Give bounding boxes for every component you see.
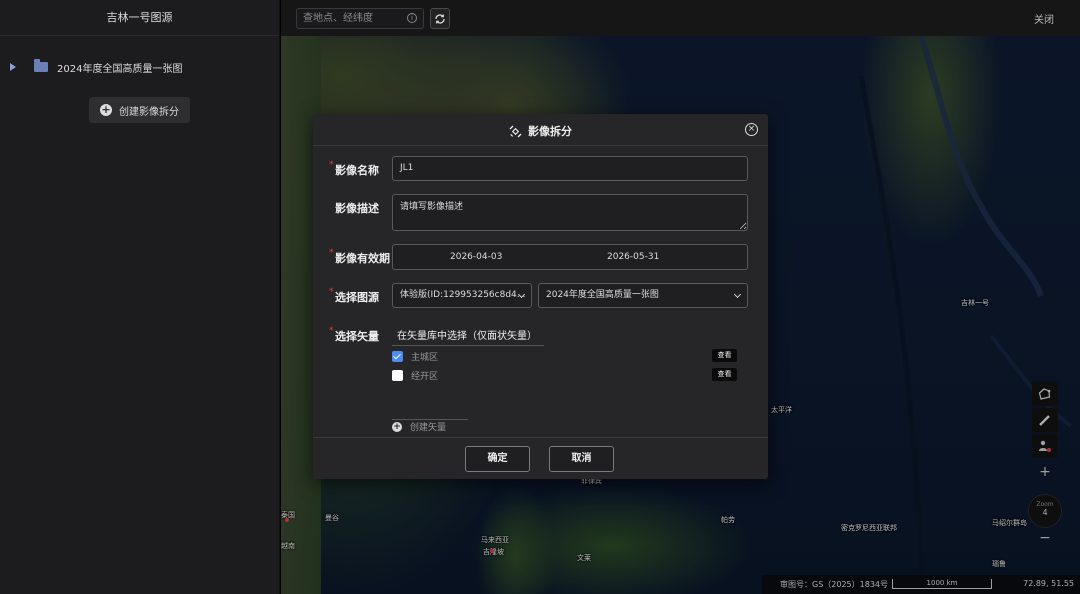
folder-icon <box>34 59 48 72</box>
vector-item: 主城区 <box>392 349 438 363</box>
dialog-close-button[interactable]: × <box>745 123 758 136</box>
vector-checkbox[interactable] <box>392 350 403 362</box>
source-label: 选择图源 <box>335 291 379 304</box>
date-start[interactable]: 2026-04-03 <box>450 252 502 262</box>
view-vector-button[interactable]: 查看 <box>712 368 737 381</box>
tab-underline <box>392 345 544 346</box>
view-vector-button[interactable]: 查看 <box>712 349 737 362</box>
create-vector-button[interactable]: + 创建矢量 <box>392 420 446 433</box>
confirm-button[interactable]: 确定 <box>465 446 530 472</box>
plus-circle-icon: + <box>392 421 402 432</box>
close-link[interactable]: 关闭 <box>1034 11 1054 26</box>
source-version-value: 体验版(ID:129953256c8d4... <box>400 290 526 300</box>
search-input[interactable] <box>297 9 401 28</box>
vector-item: 经开区 <box>392 368 438 382</box>
topbar: i 关闭 <box>281 0 1080 36</box>
satellite-icon <box>509 125 522 137</box>
refresh-button[interactable] <box>430 8 450 29</box>
image-split-dialog: 影像拆分 × * 影像名称 JL1 影像描述 * 影像有效期 2026-04-0… <box>313 114 768 479</box>
create-split-label: 创建影像拆分 <box>119 106 179 118</box>
vector-item-label: 主城区 <box>411 352 439 363</box>
vector-item-label: 经开区 <box>411 371 439 382</box>
validity-date-range[interactable]: 2026-04-03 2026-05-31 <box>392 244 748 270</box>
caret-right-icon[interactable] <box>10 63 16 71</box>
chevron-down-icon <box>733 290 742 299</box>
create-vector-label: 创建矢量 <box>410 423 447 433</box>
name-label: 影像名称 <box>335 164 379 177</box>
tree-item-label: 2024年度全国高质量一张图 <box>57 63 183 75</box>
required-mark: * <box>329 248 334 258</box>
required-mark: * <box>329 160 334 170</box>
date-end[interactable]: 2026-05-31 <box>607 252 659 262</box>
description-label: 影像描述 <box>335 202 379 215</box>
image-description-input[interactable] <box>392 194 748 231</box>
sidebar: 吉林一号图源 2024年度全国高质量一张图 + 创建影像拆分 <box>0 0 280 594</box>
dialog-footer: 确定 取消 <box>313 437 768 479</box>
required-mark: * <box>329 287 334 297</box>
vector-library-tab[interactable]: 在矢量库中选择（仅面状矢量） <box>397 327 537 342</box>
refresh-icon <box>435 13 445 24</box>
plus-circle-icon: + <box>100 103 112 116</box>
tree-item-2024[interactable]: 2024年度全国高质量一张图 <box>10 58 182 76</box>
cancel-button[interactable]: 取消 <box>549 446 614 472</box>
image-name-input[interactable]: JL1 <box>392 156 748 181</box>
source-version-select[interactable]: 体验版(ID:129953256c8d4... <box>392 283 532 308</box>
vector-checkbox[interactable] <box>392 369 403 381</box>
source-layer-value: 2024年度全国高质量一张图 <box>546 290 659 300</box>
dialog-title: 影像拆分 <box>528 125 572 138</box>
validity-label: 影像有效期 <box>335 252 390 265</box>
create-split-button[interactable]: + 创建影像拆分 <box>89 97 190 123</box>
dialog-header: 影像拆分 × <box>313 114 768 146</box>
source-layer-select[interactable]: 2024年度全国高质量一张图 <box>538 283 748 308</box>
sidebar-title: 吉林一号图源 <box>0 0 279 36</box>
vector-label: 选择矢量 <box>335 330 379 343</box>
required-mark: * <box>329 326 334 336</box>
search-box: i <box>296 8 424 29</box>
info-icon[interactable]: i <box>407 13 417 23</box>
